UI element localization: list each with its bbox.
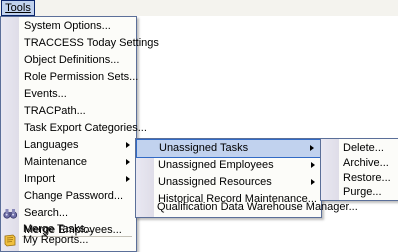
menu-item-task-export-categories[interactable]: Task Export Categories... bbox=[1, 120, 147, 137]
menu-item-label: Role Permission Sets... bbox=[24, 71, 139, 83]
menu-item-label: TRACPath... bbox=[24, 105, 86, 117]
menu-item-role-permission-sets[interactable]: Role Permission Sets... bbox=[1, 69, 139, 86]
menu-item-label: Search... bbox=[24, 207, 69, 219]
menu-item-label: Maintenance bbox=[24, 156, 87, 168]
menu-tools-label: Tools bbox=[5, 2, 31, 14]
menu-item-label: My Reports... bbox=[23, 234, 89, 246]
submenu-arrow-icon bbox=[311, 162, 315, 168]
menu-item-object-definitions[interactable]: Object Definitions... bbox=[1, 52, 136, 69]
menu-item-label: Unassigned Tasks bbox=[159, 142, 249, 154]
menu-item-my-reports[interactable]: My Reports... bbox=[1, 232, 134, 249]
menu-item-label: Purge... bbox=[343, 186, 382, 198]
menu-item-events[interactable]: Events... bbox=[1, 86, 136, 103]
menu-item-label: Import bbox=[24, 173, 56, 185]
menu-item-change-password[interactable]: Change Password... bbox=[1, 188, 136, 205]
tools-menu: System Options... TRACCESS Today Setting… bbox=[0, 16, 159, 252]
menu-item-label: Unassigned Resources bbox=[158, 176, 272, 188]
menu-item-label: Events... bbox=[24, 88, 67, 100]
menu-item-search[interactable]: Search... bbox=[1, 205, 136, 222]
menu-item-label: Qualification Data Warehouse Manager... bbox=[157, 201, 358, 213]
menu-item-unassigned-tasks[interactable]: Unassigned Tasks bbox=[136, 139, 321, 158]
submenu-arrow-icon bbox=[310, 145, 314, 151]
menu-item-system-options[interactable]: System Options... bbox=[1, 18, 136, 35]
menu-item-label: TRACCESS Today Settings bbox=[24, 37, 159, 49]
submenu-arrow-icon bbox=[126, 176, 130, 182]
menu-item-label: System Options... bbox=[24, 20, 111, 32]
binoculars-icon bbox=[3, 209, 17, 219]
menu-item-import[interactable]: Import bbox=[1, 171, 136, 188]
menu-item-purge[interactable]: Purge... bbox=[321, 185, 398, 199]
menu-item-label: Task Export Categories... bbox=[24, 122, 147, 134]
menu-item-label: Unassigned Employees bbox=[158, 159, 274, 171]
submenu-arrow-icon bbox=[126, 142, 130, 148]
menu-bar: Tools bbox=[0, 0, 398, 16]
menu-item-languages[interactable]: Languages bbox=[1, 137, 136, 154]
reports-icon bbox=[4, 234, 16, 247]
menu-item-unassigned-resources[interactable]: Unassigned Resources bbox=[136, 174, 321, 191]
menu-item-unassigned-employees[interactable]: Unassigned Employees bbox=[136, 157, 321, 174]
menu-tools[interactable]: Tools bbox=[1, 0, 35, 16]
menu-item-label: Change Password... bbox=[24, 190, 124, 202]
menu-item-qualification-data-warehouse-manager[interactable]: Qualification Data Warehouse Manager... bbox=[136, 200, 358, 215]
menu-item-tracpath[interactable]: TRACPath... bbox=[1, 103, 136, 120]
unassigned-tasks-submenu: Delete... Archive... Restore... Purge... bbox=[320, 138, 398, 201]
submenu-arrow-icon bbox=[126, 159, 130, 165]
submenu-arrow-icon bbox=[311, 179, 315, 185]
menu-item-traccess-today-settings[interactable]: TRACCESS Today Settings bbox=[1, 35, 159, 52]
menu-item-label: Languages bbox=[24, 139, 79, 151]
menu-item-maintenance[interactable]: Maintenance bbox=[1, 154, 136, 171]
menu-item-label: Object Definitions... bbox=[24, 54, 120, 66]
